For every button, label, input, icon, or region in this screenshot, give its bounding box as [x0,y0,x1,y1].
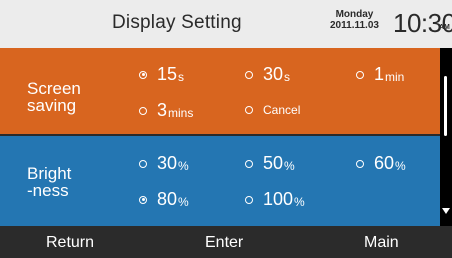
screen-saving-option-30s[interactable]: 30 s [245,64,290,85]
scrollbar[interactable] [440,48,452,226]
brightness-option-60[interactable]: 60% [356,153,406,174]
option-value: 30 [263,64,284,84]
radio-checked-icon [139,195,147,204]
brightness-label: Bright -ness [27,165,71,199]
radio-unchecked-icon [356,159,364,168]
main-button[interactable]: Main [364,234,399,252]
option-unit: s [178,69,185,84]
date-display: Monday 2011.11.03 [330,9,379,31]
option-value: Cancel [263,103,301,117]
radio-unchecked-icon [245,106,253,114]
option-value: 1 [374,64,385,84]
return-button[interactable]: Return [46,234,94,252]
brightness-section: Bright -ness 30% 50% 60% 80% 100% [0,136,440,226]
date-label: 2011.11.03 [330,20,379,31]
enter-button[interactable]: Enter [205,234,243,252]
screen-saving-option-1min[interactable]: 1 min [356,64,404,85]
clock-ampm: AM [439,24,450,31]
option-value: 15 [157,64,178,84]
brightness-label-line1: Bright [27,164,72,183]
screen-saving-label-line1: Screen [27,79,81,98]
option-value: 3 [157,100,168,120]
screen-saving-label: Screen saving [27,80,81,114]
option-value: 60 [374,153,395,173]
option-unit: % [395,158,406,173]
screen-saving-section: Screen saving 15 s 30 s 1 min 3 mins Cancel [0,48,440,134]
screen-saving-label-line2: saving [27,96,77,115]
option-unit: % [294,194,305,209]
option-unit: min [385,69,405,84]
radio-unchecked-icon [245,70,253,79]
option-unit: s [284,69,291,84]
weekday-label: Monday [335,9,374,20]
brightness-option-100[interactable]: 100% [245,189,305,210]
screen-saving-option-cancel[interactable]: Cancel [245,103,300,117]
scroll-down-arrow-icon[interactable] [442,208,450,214]
option-unit: % [284,158,295,173]
option-value: 50 [263,153,284,173]
page-title: Display Setting [112,12,242,33]
option-unit: % [178,158,189,173]
option-unit: mins [168,105,194,120]
radio-checked-icon [139,70,147,79]
brightness-option-30[interactable]: 30% [139,153,189,174]
radio-unchecked-icon [245,159,253,168]
footer-bar: Return Enter Main [0,226,452,258]
option-value: 30 [157,153,178,173]
radio-unchecked-icon [139,159,147,168]
option-unit: % [178,194,189,209]
brightness-option-80[interactable]: 80% [139,189,189,210]
screen-saving-option-3mins[interactable]: 3 mins [139,100,193,121]
radio-unchecked-icon [245,195,253,204]
brightness-label-line2: -ness [27,181,69,200]
radio-unchecked-icon [139,106,147,115]
option-value: 80 [157,189,178,209]
screen-saving-option-15s[interactable]: 15 s [139,64,184,85]
title-bar: Display Setting Monday 2011.11.03 10:30 … [0,0,452,48]
option-value: 100 [263,189,294,209]
brightness-option-50[interactable]: 50% [245,153,295,174]
radio-unchecked-icon [356,70,364,79]
scrollbar-thumb[interactable] [444,76,447,136]
